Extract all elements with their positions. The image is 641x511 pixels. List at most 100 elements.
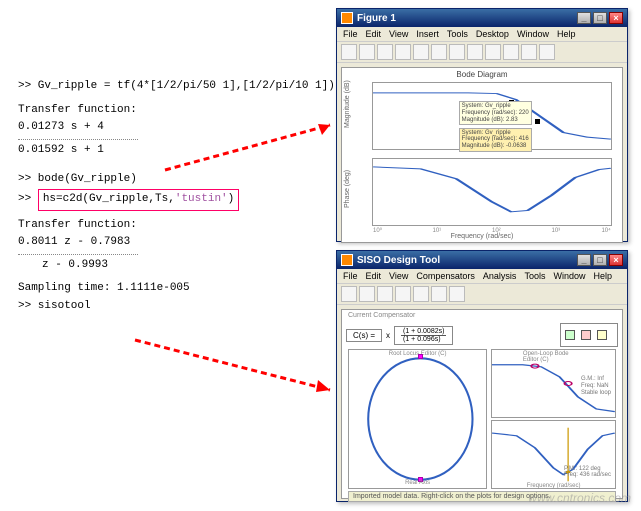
menu-item[interactable]: Help xyxy=(557,29,576,39)
menu-item[interactable]: Help xyxy=(593,271,612,281)
menu-item[interactable]: Compensators xyxy=(416,271,475,281)
xlabel: Frequency (rad/sec) xyxy=(527,483,581,489)
toolbar-button[interactable] xyxy=(467,44,483,60)
menubar: File Edit View Insert Tools Desktop Wind… xyxy=(337,27,627,41)
matlab-icon xyxy=(341,12,353,24)
toolbar xyxy=(337,283,627,305)
fraction-rule xyxy=(18,139,138,140)
toolbar-button[interactable] xyxy=(449,286,465,302)
toolbar-button[interactable] xyxy=(431,286,447,302)
menu-item[interactable]: File xyxy=(343,271,358,281)
siso-design-window: SISO Design Tool _ □ × File Edit View Co… xyxy=(336,250,628,502)
window-title: SISO Design Tool xyxy=(357,255,440,266)
console-line: Transfer function: xyxy=(18,217,318,235)
compensator-equation[interactable]: (1 + 0.0082s) (1 + 0.096s) xyxy=(394,326,453,345)
compensator-bar: C(s) = x (1 + 0.0082s) (1 + 0.096s) xyxy=(344,321,620,349)
toolbar-button[interactable] xyxy=(341,44,357,60)
menu-item[interactable]: Insert xyxy=(416,29,439,39)
figure-window: Figure 1 _ □ × File Edit View Insert Too… xyxy=(336,8,628,242)
openloop-mag-panel[interactable]: Open-Loop Bode Editor (C) G.M.: Inf Freq… xyxy=(491,349,616,418)
console-line: 0.01592 s + 1 xyxy=(18,142,318,160)
margin-info: P.M.: 122 deg Freq: 436 rad/sec xyxy=(562,465,613,480)
menu-item[interactable]: Analysis xyxy=(483,271,517,281)
compensator-label: Current Compensator xyxy=(344,312,620,321)
menu-item[interactable]: Edit xyxy=(366,271,382,281)
xtick: 10³ xyxy=(552,228,561,234)
close-button[interactable]: × xyxy=(609,254,623,266)
toolbar-button[interactable] xyxy=(485,44,501,60)
toolbar-button[interactable] xyxy=(395,44,411,60)
console-line: >> bode(Gv_ripple) xyxy=(18,171,318,189)
menu-item[interactable]: Window xyxy=(517,29,549,39)
toolbar-button[interactable] xyxy=(413,286,429,302)
menu-item[interactable]: Tools xyxy=(447,29,468,39)
pole-marker[interactable] xyxy=(418,354,423,359)
bode-plot-area[interactable]: Bode Diagram Magnitude (dB) Phase (deg) … xyxy=(341,67,623,243)
toolbar-button[interactable] xyxy=(359,44,375,60)
titlebar[interactable]: SISO Design Tool _ □ × xyxy=(337,251,627,269)
toolbar-button[interactable] xyxy=(431,44,447,60)
menu-item[interactable]: Edit xyxy=(366,29,382,39)
xlabel: Real Axis xyxy=(405,480,430,486)
bode-magnitude-axes[interactable]: System: Gv_ripple Frequency (rad/sec): 2… xyxy=(372,82,612,150)
matlab-icon xyxy=(341,254,353,266)
console-line: 0.8011 z - 0.7983 xyxy=(18,234,318,252)
xtick: 10⁴ xyxy=(601,228,610,234)
menu-item[interactable]: File xyxy=(343,29,358,39)
window-title: Figure 1 xyxy=(357,13,396,24)
console-line: Sampling time: 1.1111e-005 xyxy=(18,280,318,298)
architecture-thumbnail[interactable] xyxy=(560,323,618,347)
minimize-button[interactable]: _ xyxy=(577,254,591,266)
xtick: 10¹ xyxy=(433,228,442,234)
menu-item[interactable]: View xyxy=(389,29,408,39)
data-tip: System: Gv_ripple Frequency (rad/sec): 4… xyxy=(459,128,532,152)
fraction-rule xyxy=(18,254,138,255)
openloop-phase-panel[interactable]: P.M.: 122 deg Freq: 436 rad/sec Frequenc… xyxy=(491,420,616,489)
toolbar xyxy=(337,41,627,63)
menubar: File Edit View Compensators Analysis Too… xyxy=(337,269,627,283)
ylabel-phase: Phase (deg) xyxy=(344,170,351,208)
toolbar-button[interactable] xyxy=(377,286,393,302)
ylabel-mag: Magnitude (dB) xyxy=(344,80,351,128)
toolbar-button[interactable] xyxy=(341,286,357,302)
matlab-console: >> Gv_ripple = tf(4*[1/2/pi/50 1],[1/2/p… xyxy=(18,78,318,316)
highlighted-command: hs=c2d(Gv_ripple,Ts,'tustin') xyxy=(38,189,239,211)
xlabel: Frequency (rad/sec) xyxy=(451,233,514,240)
toolbar-button[interactable] xyxy=(377,44,393,60)
data-tip: System: Gv_ripple Frequency (rad/sec): 2… xyxy=(459,101,532,125)
watermark: www.cntronics.com xyxy=(528,491,631,505)
prompt: >> xyxy=(18,193,38,205)
menu-item[interactable]: View xyxy=(389,271,408,281)
compensator-select[interactable]: C(s) = xyxy=(346,329,382,342)
console-line: >> sisotool xyxy=(18,298,318,316)
console-line: >> hs=c2d(Gv_ripple,Ts,'tustin') xyxy=(18,189,318,211)
toolbar-button[interactable] xyxy=(521,44,537,60)
console-line: Transfer function: xyxy=(18,102,318,120)
close-button[interactable]: × xyxy=(609,12,623,24)
maximize-button[interactable]: □ xyxy=(593,12,607,24)
toolbar-button[interactable] xyxy=(359,286,375,302)
console-line: 0.01273 s + 4 xyxy=(18,119,318,137)
menu-item[interactable]: Tools xyxy=(524,271,545,281)
console-line: z - 0.9993 xyxy=(18,257,318,275)
minimize-button[interactable]: _ xyxy=(577,12,591,24)
maximize-button[interactable]: □ xyxy=(593,254,607,266)
data-marker[interactable] xyxy=(535,119,540,124)
toolbar-button[interactable] xyxy=(395,286,411,302)
plot-title: Bode Diagram xyxy=(342,68,622,79)
multiply-label: x xyxy=(386,331,390,340)
toolbar-button[interactable] xyxy=(413,44,429,60)
margin-info: G.M.: Inf Freq: NaN Stable loop xyxy=(579,375,613,397)
menu-item[interactable]: Window xyxy=(553,271,585,281)
toolbar-button[interactable] xyxy=(539,44,555,60)
root-locus-panel[interactable]: Root Locus Editor (C) Real Axis xyxy=(348,349,487,489)
siso-plot-area[interactable]: Current Compensator C(s) = x (1 + 0.0082… xyxy=(341,309,623,499)
titlebar[interactable]: Figure 1 _ □ × xyxy=(337,9,627,27)
bode-phase-axes[interactable]: 10⁰ 10¹ 10² 10³ 10⁴ xyxy=(372,158,612,226)
xtick: 10² xyxy=(492,228,501,234)
toolbar-button[interactable] xyxy=(503,44,519,60)
arrow-to-sisotool xyxy=(130,330,350,410)
toolbar-button[interactable] xyxy=(449,44,465,60)
menu-item[interactable]: Desktop xyxy=(476,29,509,39)
console-line: >> Gv_ripple = tf(4*[1/2/pi/50 1],[1/2/p… xyxy=(18,78,318,96)
